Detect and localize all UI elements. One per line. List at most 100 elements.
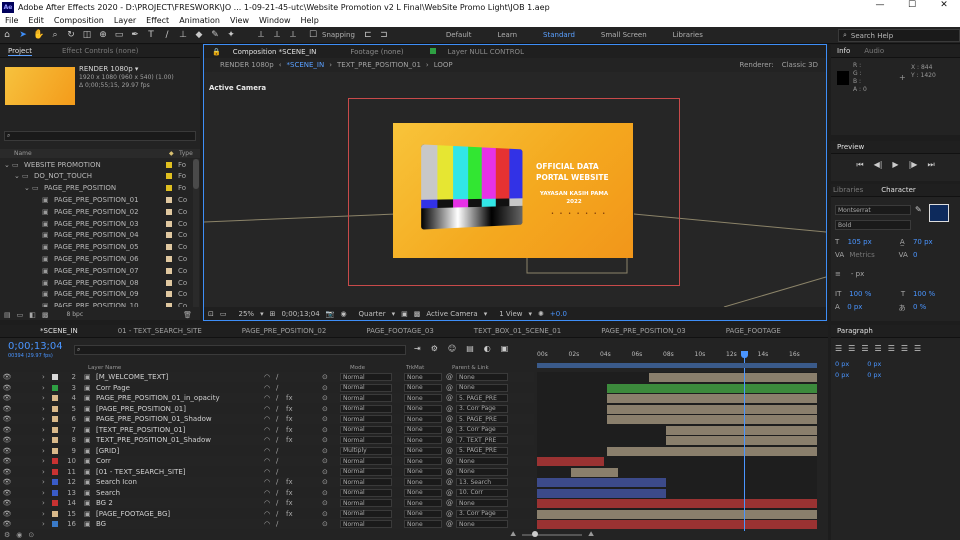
layer-label-swatch[interactable] [52,447,58,454]
pen-tool-icon[interactable]: ✒ [128,28,142,42]
parent-dropdown[interactable]: 10. Corr [456,488,508,497]
roi-icon[interactable]: ▣ [401,310,408,318]
expand-icon[interactable]: › [42,499,52,507]
expand-icon[interactable]: › [42,447,52,455]
rectangle-tool-icon[interactable]: ▭ [112,28,126,42]
quality-switch-icon[interactable]: ∕ [276,384,286,392]
eye-icon[interactable]: 👁 [0,499,14,507]
lock-icon[interactable]: 🔒 [212,48,221,56]
flow-scene-in[interactable]: *SCENE_IN [287,61,325,69]
layer-label-swatch[interactable] [52,374,58,380]
trkmat-dropdown[interactable]: None [404,457,442,465]
trkmat-dropdown[interactable]: None [404,404,442,413]
tab-paragraph[interactable]: Paragraph [837,327,873,335]
menu-window[interactable]: Window [254,16,296,25]
project-list-item[interactable]: ▣ PAGE_PRE_POSITION_09 Co [0,289,192,300]
tab-footage[interactable]: Footage (none) [350,48,403,56]
layer-label-swatch[interactable] [52,395,58,401]
layer-search-input[interactable]: ⌕ [74,345,406,355]
layer-row[interactable]: 👁 › 9 ▣ [GRID] ◠ ∕ ⊙ Multiply None @5. PAGE_PRE [0,446,534,456]
3d-switch-icon[interactable]: ⊙ [322,447,340,455]
timeline-tab[interactable]: PAGE_PRE_POSITION_02 [222,327,347,335]
eye-icon[interactable]: 👁 [0,489,14,497]
shy-switch-icon[interactable]: ◠ [264,373,276,381]
trkmat-dropdown[interactable]: None [404,488,442,497]
layer-row[interactable]: 👁 › 16 ▣ BG ◠ ∕ ⊙ Normal None @ None [0,519,534,529]
expand-icon[interactable]: › [42,426,52,434]
3d-switch-icon[interactable]: ⊙ [322,394,340,402]
camera-dropdown[interactable]: Active Camera [426,310,477,318]
shy-switch-icon[interactable]: ◠ [264,447,276,455]
project-list-item[interactable]: ▣ PAGE_PRE_POSITION_06 Co [0,253,192,264]
3d-switch-icon[interactable]: ⊙ [322,478,340,486]
search-help-input[interactable]: ⌕ Search Help [838,29,960,42]
trkmat-dropdown[interactable]: None [404,509,442,518]
eye-icon[interactable]: 👁 [0,415,14,423]
col-parent[interactable]: Parent & Link [452,365,489,371]
pickwhip-icon[interactable]: @ [446,405,456,413]
parent-dropdown[interactable]: 3. Corr Page [456,404,508,413]
flow-text-pre-position[interactable]: TEXT_PRE_POSITION_01 [337,61,421,69]
trkmat-dropdown[interactable]: None [404,436,442,444]
eye-icon[interactable]: 👁 [0,436,14,444]
trkmat-dropdown[interactable]: None [404,499,442,507]
layer-duration-bar[interactable] [537,499,817,508]
layer-row[interactable]: 👁 › 5 ▣ [PAGE_PRE_POSITION_01] ◠ ∕ fx ⊙ Normal Non… [0,404,534,414]
project-list-item[interactable]: ▣ PAGE_PRE_POSITION_07 Co [0,265,192,276]
trkmat-dropdown[interactable]: None [404,520,442,528]
layer-name[interactable]: BG [96,520,264,528]
quality-switch-icon[interactable]: ∕ [276,436,286,444]
fx-switch-icon[interactable]: fx [286,489,298,497]
trkmat-dropdown[interactable]: None [404,478,442,486]
exposure-value[interactable]: +0.0 [550,310,567,318]
menu-layer[interactable]: Layer [109,16,141,25]
shy-switch-icon[interactable]: ◠ [264,405,276,413]
workspace-learn[interactable]: Learn [484,31,530,39]
project-scrollbar[interactable] [193,159,199,307]
puppet-tool-icon[interactable]: ✦ [224,28,238,42]
flow-render[interactable]: RENDER 1080p [220,61,274,69]
bpc-label[interactable]: 8 bpc [67,311,84,318]
renderer-value[interactable]: Classic 3D [782,61,818,69]
3d-switch-icon[interactable]: ⊙ [322,499,340,507]
project-settings-icon[interactable]: ▩ [42,311,49,319]
always-preview-icon[interactable]: ⊡ [208,310,214,318]
3d-switch-icon[interactable]: ⊙ [322,520,340,528]
snap-icon-2[interactable]: ⊐ [377,28,391,42]
type-tool-icon[interactable]: T [144,28,158,42]
playhead[interactable] [744,351,745,531]
project-list-item[interactable]: ▣ PAGE_PRE_POSITION_10 Co [0,301,192,307]
toggle-switches-icon[interactable]: ⚙ [4,531,10,539]
show-channel-icon[interactable]: ◉ [340,310,346,318]
label-swatch[interactable] [166,220,172,227]
project-list-item[interactable]: ▣ PAGE_PRE_POSITION_04 Co [0,230,192,241]
layer-duration-bar[interactable] [607,394,817,403]
flow-loop[interactable]: LOOP [434,61,453,69]
camera-tool-icon[interactable]: ◫ [80,28,94,42]
pickwhip-icon[interactable]: @ [446,394,456,402]
eye-icon[interactable]: 👁 [0,478,14,486]
layer-row[interactable]: 👁 › 13 ▣ Search ◠ ∕ fx ⊙ Normal None @10. Corr [0,488,534,498]
layer-row[interactable]: 👁 › 3 ▣ Corr Page ◠ ∕ ⊙ Normal None @ None [0,383,534,393]
3d-switch-icon[interactable]: ⊙ [322,384,340,392]
layer-label-swatch[interactable] [52,510,58,517]
layer-name[interactable]: [01 - TEXT_SEARCH_SITE] [96,468,264,476]
pickwhip-icon[interactable]: @ [446,373,456,381]
quality-switch-icon[interactable]: ∕ [276,405,286,413]
layer-duration-bar[interactable] [607,415,817,424]
layer-name[interactable]: [TEXT_PRE_POSITION_01] [96,426,264,434]
justify-right-icon[interactable]: ☰ [901,344,908,353]
shy-switch-icon[interactable]: ◠ [264,426,276,434]
snapshot-icon[interactable]: 📷 [326,310,335,318]
delete-icon[interactable]: 🗑 [183,311,192,319]
mode-dropdown[interactable]: Normal [340,509,392,518]
mode-dropdown[interactable]: Normal [340,383,392,392]
tab-layer[interactable]: Layer NULL CONTROL [448,48,524,56]
layer-row[interactable]: 👁 › 15 ▣ [PAGE_FOOTAGE_BG] ◠ ∕ fx ⊙ Normal None @3.… [0,509,534,519]
expand-icon[interactable]: › [42,478,52,486]
last-frame-icon[interactable]: ⏭ [927,160,934,170]
3d-switch-icon[interactable]: ⊙ [322,373,340,381]
eye-icon[interactable]: 👁 [0,447,14,455]
parent-dropdown[interactable]: None [456,499,508,507]
transparency-grid-icon[interactable]: ▩ [414,310,421,318]
